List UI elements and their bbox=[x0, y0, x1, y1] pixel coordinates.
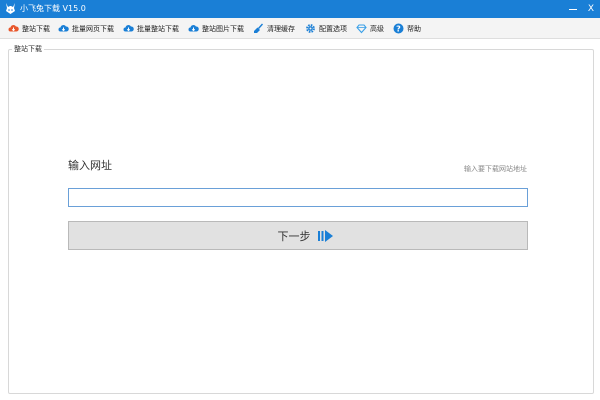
close-icon: X bbox=[587, 4, 595, 14]
cloud-download-icon bbox=[58, 25, 69, 32]
toolbar-site-image-download[interactable]: 整站图片下载 bbox=[188, 21, 244, 36]
toolbar-batch-site-download[interactable]: 批量整站下载 bbox=[123, 21, 179, 36]
next-step-button[interactable]: 下一步 bbox=[68, 221, 528, 250]
next-step-label: 下一步 bbox=[277, 229, 311, 243]
broom-icon bbox=[254, 23, 264, 33]
toolbar-clear-cache[interactable]: 清理缓存 bbox=[253, 21, 295, 36]
toolbar-label: 帮助 bbox=[407, 24, 421, 33]
url-hint: 输入要下载网站地址 bbox=[464, 165, 527, 173]
group-title: 整站下载 bbox=[12, 44, 44, 54]
title-bar: 小飞兔下载 V15.0 X bbox=[0, 0, 600, 18]
toolbar-label: 配置选项 bbox=[319, 24, 347, 33]
gear-icon bbox=[306, 24, 315, 33]
toolbar-label: 整站下载 bbox=[22, 24, 50, 33]
toolbar-label: 批量网页下载 bbox=[72, 24, 114, 33]
toolbar-label: 整站图片下载 bbox=[202, 24, 244, 33]
toolbar-label: 清理缓存 bbox=[267, 24, 295, 33]
minimize-icon bbox=[569, 8, 577, 10]
window-title: 小飞兔下载 V15.0 bbox=[20, 4, 86, 13]
toolbar-label: 批量整站下载 bbox=[137, 24, 179, 33]
toolbar-settings[interactable]: 配置选项 bbox=[305, 21, 347, 36]
svg-text:?: ? bbox=[396, 24, 401, 33]
help-icon: ? bbox=[393, 23, 404, 34]
arrow-right-icon bbox=[317, 229, 333, 242]
toolbar-help[interactable]: ? 帮助 bbox=[393, 21, 421, 36]
cloud-download-icon bbox=[188, 25, 199, 32]
close-button[interactable]: X bbox=[580, 0, 600, 18]
diamond-icon bbox=[356, 24, 367, 34]
toolbar-site-download[interactable]: 整站下载 bbox=[8, 21, 50, 36]
url-input[interactable] bbox=[68, 188, 528, 207]
toolbar-advanced[interactable]: 高级 bbox=[356, 21, 384, 36]
toolbar: 整站下载 批量网页下载 批量整站下载 整站图片下载 清理缓存 配置选项 高级 ?… bbox=[0, 18, 600, 39]
toolbar-batch-page-download[interactable]: 批量网页下载 bbox=[58, 21, 114, 36]
cloud-download-icon bbox=[123, 25, 134, 32]
cloud-download-icon bbox=[8, 25, 19, 32]
rabbit-logo-icon bbox=[6, 3, 15, 14]
url-label: 输入网址 bbox=[68, 159, 112, 172]
toolbar-label: 高级 bbox=[370, 24, 384, 33]
